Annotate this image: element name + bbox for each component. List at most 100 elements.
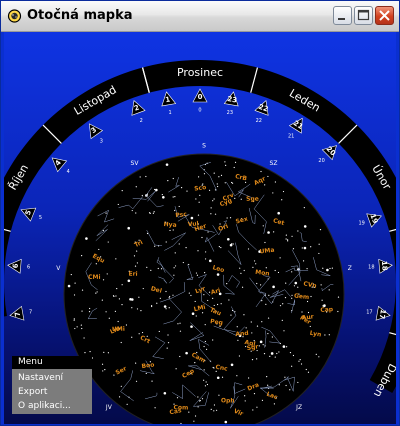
star (269, 355, 271, 357)
star (106, 273, 108, 275)
minimize-button[interactable] (333, 6, 352, 25)
star (104, 368, 106, 371)
menu-item-export[interactable]: Export (12, 385, 92, 399)
star (212, 339, 214, 341)
constellation-label: Oph (221, 397, 235, 404)
star (197, 396, 199, 398)
hour-sublabel: 20 (318, 158, 324, 164)
star (182, 261, 184, 264)
star (259, 340, 263, 344)
star (201, 236, 203, 239)
hour-sublabel: 18 (368, 265, 374, 271)
star (129, 297, 132, 301)
star (324, 334, 326, 336)
star (285, 234, 287, 236)
star (226, 217, 228, 219)
star (169, 229, 171, 232)
star (224, 161, 226, 163)
hour-sublabel: 19 (358, 221, 364, 227)
planisphere-app-icon (7, 9, 22, 23)
star (185, 247, 187, 249)
hour-sublabel: 1 (169, 110, 172, 116)
star (152, 212, 154, 214)
hour-sublabel: 0 (198, 108, 201, 114)
star (135, 380, 138, 382)
star (236, 326, 238, 328)
star (210, 213, 212, 215)
star (165, 241, 167, 243)
star (195, 272, 198, 274)
star (175, 368, 177, 370)
star (233, 166, 235, 169)
star (83, 337, 85, 339)
star (73, 294, 76, 296)
star (289, 389, 291, 391)
star (212, 297, 214, 299)
star (168, 307, 170, 309)
star (88, 311, 91, 313)
star (301, 311, 303, 313)
constellation-label: Vul (188, 220, 199, 228)
star (136, 262, 139, 264)
star (283, 330, 285, 332)
star (226, 237, 230, 241)
star (279, 257, 281, 259)
star (188, 292, 190, 294)
star (81, 254, 83, 257)
star (217, 185, 219, 188)
star (255, 263, 257, 265)
star (236, 375, 238, 377)
star (306, 300, 309, 303)
title-bar[interactable]: Otočná mapka (1, 1, 399, 32)
star (73, 318, 75, 320)
constellation-label: And (235, 330, 249, 338)
star (251, 359, 254, 361)
star (271, 336, 273, 338)
maximize-button[interactable] (354, 6, 373, 25)
star (161, 193, 163, 196)
star (279, 305, 282, 307)
star (315, 353, 317, 356)
constellation-label: Com (173, 404, 188, 411)
close-button[interactable] (375, 6, 394, 25)
star (117, 320, 119, 323)
star (274, 356, 276, 358)
star (263, 353, 266, 355)
star (204, 258, 207, 260)
star (261, 399, 264, 401)
star (95, 263, 97, 265)
star (231, 243, 233, 245)
constellation-label: CMi (88, 274, 100, 281)
star (198, 400, 201, 402)
star (250, 321, 252, 323)
star (284, 296, 287, 299)
star (207, 231, 209, 233)
star (303, 207, 305, 209)
star (70, 273, 72, 276)
star (215, 370, 217, 372)
constellation-label: Cap (320, 306, 334, 314)
star (231, 181, 233, 184)
star (203, 173, 206, 175)
star (300, 363, 303, 365)
hour-label: 21 (292, 119, 305, 131)
star (238, 355, 241, 357)
star (131, 336, 133, 338)
star (173, 267, 175, 269)
star (216, 273, 220, 276)
menu-item-about[interactable]: O aplikaci... (12, 399, 92, 413)
close-icon (379, 10, 390, 21)
star (220, 303, 222, 305)
star (194, 300, 196, 303)
star (306, 268, 308, 270)
star (145, 372, 147, 375)
star (285, 238, 287, 240)
star (134, 265, 137, 267)
star (105, 212, 107, 214)
star (267, 231, 270, 234)
star (131, 307, 133, 309)
star (201, 398, 204, 400)
star (204, 272, 206, 274)
menu-item-settings[interactable]: Nastavení (12, 371, 92, 385)
star (131, 209, 133, 212)
